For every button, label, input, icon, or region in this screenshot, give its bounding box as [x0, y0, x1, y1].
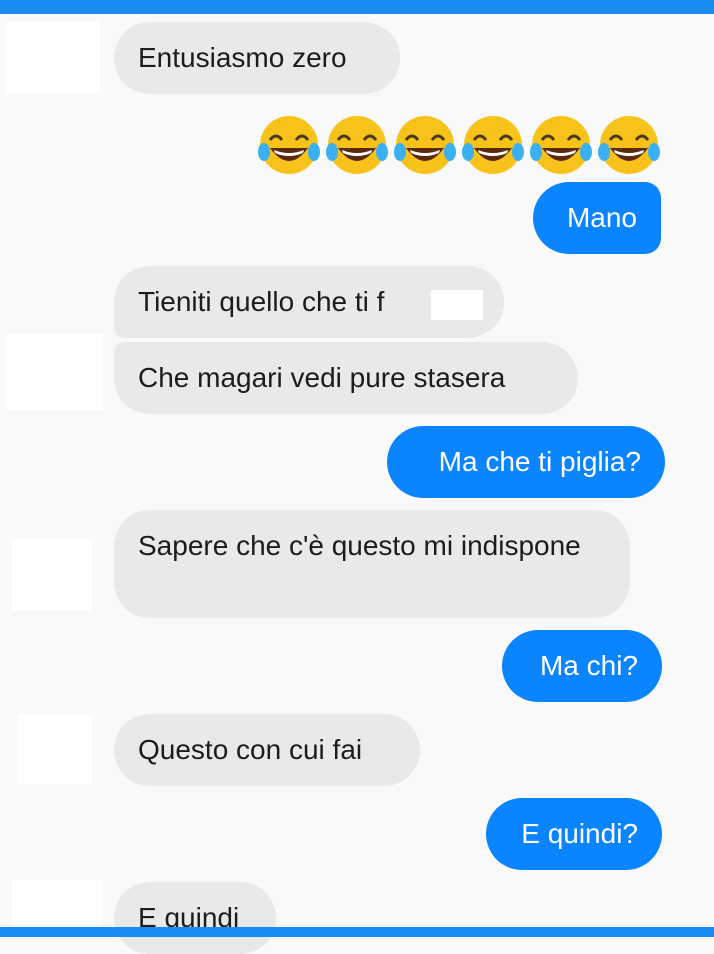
avatar	[12, 538, 92, 610]
face-with-tears-of-joy-icon	[530, 116, 592, 174]
redaction-block	[431, 290, 483, 320]
incoming-message[interactable]: Che magari vedi pure stasera	[114, 342, 578, 414]
avatar	[18, 714, 92, 784]
avatar	[6, 334, 102, 410]
bottom-accent-bar	[0, 927, 714, 937]
face-with-tears-of-joy-icon	[326, 116, 388, 174]
avatar	[12, 880, 102, 930]
face-with-tears-of-joy-icon	[598, 116, 660, 174]
outgoing-message[interactable]: Mano	[533, 182, 661, 254]
avatar	[6, 22, 100, 94]
incoming-message[interactable]: Questo con cui fai	[114, 714, 420, 786]
face-with-tears-of-joy-icon	[462, 116, 524, 174]
face-with-tears-of-joy-icon	[258, 116, 320, 174]
outgoing-message[interactable]: E quindi?	[486, 798, 662, 870]
emoji-message[interactable]	[256, 112, 662, 178]
incoming-message[interactable]: Entusiasmo zero	[114, 22, 400, 94]
outgoing-message[interactable]: Ma che ti piglia?	[387, 426, 665, 498]
face-with-tears-of-joy-icon	[394, 116, 456, 174]
incoming-message[interactable]: E quindi	[114, 882, 276, 954]
top-accent-bar	[0, 0, 714, 14]
outgoing-message[interactable]: Ma chi?	[502, 630, 662, 702]
incoming-message[interactable]: Sapere che c'è questo mi indispone	[114, 510, 630, 618]
